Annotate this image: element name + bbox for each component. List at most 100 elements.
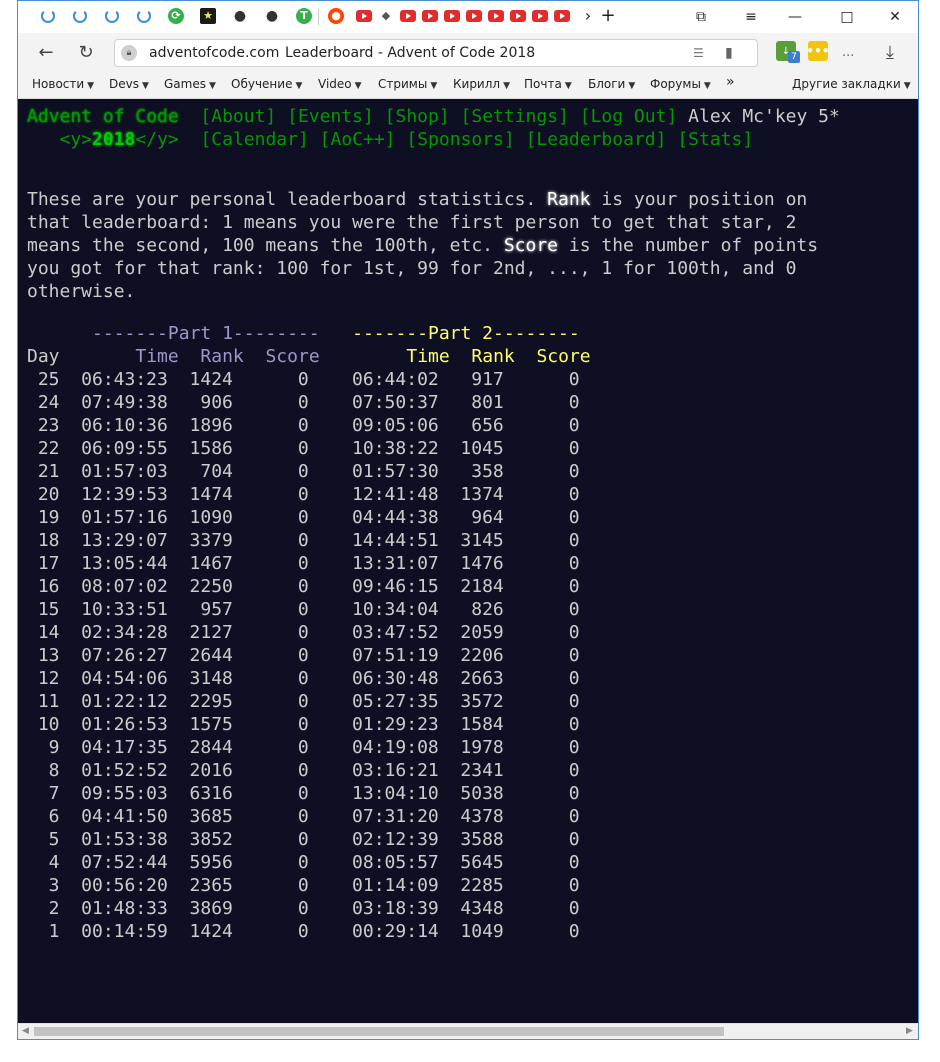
nav-events[interactable]: [Events] [287, 106, 374, 127]
bookmark-folder-blogs[interactable]: Блоги ▼ [588, 77, 635, 91]
cell-day: 25 [37, 369, 60, 390]
nav-logout[interactable]: [Log Out] [580, 106, 678, 127]
caret-down-icon: ▼ [503, 81, 510, 91]
cell-t2: 13:31:07 [352, 553, 439, 574]
bookmark-label: Блоги [588, 77, 626, 91]
new-tab-icon[interactable]: + [600, 7, 616, 25]
intro-score-word: Score [503, 235, 559, 256]
downloads-icon[interactable]: ⤓ [878, 40, 902, 64]
table-row: 6 04:41:50 3685 0 07:31:20 4378 0 [27, 805, 580, 828]
intro-paragraph: These are your personal leaderboard stat… [27, 188, 818, 303]
tab-loading-icon[interactable] [136, 8, 152, 24]
year-link[interactable]: <y>2018</y> [60, 129, 179, 150]
nav-settings[interactable]: [Settings] [461, 106, 569, 127]
cell-s1: 0 [297, 599, 309, 620]
tabs-scroll-right-icon[interactable]: › [580, 8, 596, 24]
bookmark-folder-kirill[interactable]: Кирилл ▼ [453, 77, 510, 91]
address-bar[interactable]: 🔒︎ adventofcode.com Leaderboard - Advent… [114, 39, 758, 67]
lock-icon[interactable]: 🔒︎ [121, 45, 137, 61]
bookmark-flag-icon[interactable]: ▮ [725, 45, 733, 61]
site-brand-link[interactable]: Advent of Code [27, 106, 179, 127]
table-row: 7 09:55:03 6316 0 13:04:10 5038 0 [27, 782, 580, 805]
tab-youtube-icon[interactable] [466, 10, 482, 22]
cell-r2: 3572 [460, 691, 504, 712]
tab-youtube-icon[interactable] [510, 10, 526, 22]
tab-github-icon[interactable]: ● [264, 8, 280, 24]
cell-t2: 09:46:15 [352, 576, 439, 597]
cell-t1: 00:56:20 [81, 875, 168, 896]
bookmark-folder-learning[interactable]: Обучение ▼ [231, 77, 302, 91]
nav-aocpp[interactable]: [AoC++] [320, 129, 396, 150]
nav-about[interactable]: [About] [200, 106, 276, 127]
bookmark-tabs-icon[interactable]: ⧉ [690, 6, 712, 28]
close-icon[interactable]: ✕ [884, 6, 906, 28]
tab-youtube-icon[interactable] [444, 10, 460, 22]
tab-loading-icon[interactable] [72, 8, 88, 24]
cell-s2: 0 [568, 484, 580, 505]
tab-loading-icon[interactable] [104, 8, 120, 24]
horizontal-scrollbar[interactable]: ◀ ▶ [18, 1023, 918, 1039]
tab-blank-icon[interactable]: ◆ [378, 8, 394, 24]
tab-youtube-icon[interactable] [532, 10, 548, 22]
extension-chat-icon[interactable]: ••• [807, 41, 830, 61]
reload-icon[interactable]: ↻ [74, 40, 98, 64]
cell-t1: 09:55:03 [81, 783, 168, 804]
cell-t2: 04:19:08 [352, 737, 439, 758]
bookmark-folder-mail[interactable]: Почта ▼ [524, 77, 572, 91]
tab-reddit-icon[interactable]: ● [328, 8, 344, 24]
tab-green-site-icon[interactable]: ⟳ [168, 8, 184, 24]
tab-youtube-icon[interactable] [488, 10, 504, 22]
cell-t1: 04:17:35 [81, 737, 168, 758]
cell-t2: 02:12:39 [352, 829, 439, 850]
minimize-icon[interactable]: — [784, 6, 806, 28]
cell-day: 23 [37, 415, 60, 436]
scroll-left-icon[interactable]: ◀ [22, 1026, 29, 1036]
tab-strip: ⟳ ★ ● ● T ● ◆ › + ⧉ ≡ — □ ✕ [18, 1, 918, 33]
nav-shop[interactable]: [Shop] [385, 106, 450, 127]
tab-shield-icon[interactable]: T [296, 8, 312, 24]
nav-sponsors[interactable]: [Sponsors] [406, 129, 514, 150]
tab-github-icon[interactable]: ● [232, 8, 248, 24]
nav-calendar[interactable]: [Calendar] [200, 129, 308, 150]
cell-t1: 10:33:51 [81, 599, 168, 620]
bookmark-folder-news[interactable]: Новости ▼ [32, 77, 94, 91]
bookmark-folder-video[interactable]: Video ▼ [318, 77, 362, 91]
maximize-icon[interactable]: □ [836, 6, 858, 28]
bookmark-folder-games[interactable]: Games ▼ [164, 77, 216, 91]
cell-t2: 05:27:35 [352, 691, 439, 712]
tab-youtube-icon[interactable] [356, 10, 372, 22]
cell-s2: 0 [568, 691, 580, 712]
table-row: 24 07:49:38 906 0 07:50:37 801 0 [27, 391, 580, 414]
scroll-right-icon[interactable]: ▶ [906, 1026, 913, 1036]
tab-loading-icon[interactable] [40, 8, 56, 24]
cell-day: 6 [48, 806, 60, 827]
table-part-headers: -------Part 1-------- -------Part 2-----… [27, 322, 580, 345]
cell-r2: 826 [471, 599, 504, 620]
bookmark-label: Форумы [650, 77, 701, 91]
bookmark-folder-streams[interactable]: Стримы ▼ [378, 77, 437, 91]
cell-r1: 1467 [189, 553, 233, 574]
bookmarks-overflow-icon[interactable]: » [726, 74, 735, 90]
other-bookmarks[interactable]: Другие закладки ▼ [792, 77, 911, 91]
back-arrow-icon[interactable]: ← [34, 40, 58, 64]
bookmark-folder-forums[interactable]: Форумы ▼ [650, 77, 711, 91]
tab-advent-star-icon[interactable]: ★ [200, 8, 216, 24]
cell-t2: 00:29:14 [352, 921, 439, 942]
extensions-more-label[interactable]: ... [842, 45, 854, 60]
cell-r1: 3685 [189, 806, 233, 827]
cell-s1: 0 [297, 553, 309, 574]
cell-r1: 5956 [189, 852, 233, 873]
col-day-header: Day [27, 346, 60, 367]
site-header-row2: <y>2018</y> [Calendar] [AoC++] [Sponsors… [27, 128, 754, 151]
bookmark-folder-devs[interactable]: Devs ▼ [109, 77, 149, 91]
nav-leaderboard[interactable]: [Leaderboard] [526, 129, 667, 150]
scrollbar-thumb[interactable] [34, 1027, 724, 1036]
nav-stats[interactable]: [Stats] [677, 129, 753, 150]
tab-youtube-icon[interactable] [422, 10, 438, 22]
tab-youtube-icon[interactable] [400, 10, 416, 22]
table-row: 8 01:52:52 2016 0 03:16:21 2341 0 [27, 759, 580, 782]
cell-t2: 07:50:37 [352, 392, 439, 413]
reader-mode-icon[interactable]: ☰ [693, 46, 704, 60]
tab-youtube-icon[interactable] [554, 10, 570, 22]
menu-icon[interactable]: ≡ [740, 6, 762, 28]
